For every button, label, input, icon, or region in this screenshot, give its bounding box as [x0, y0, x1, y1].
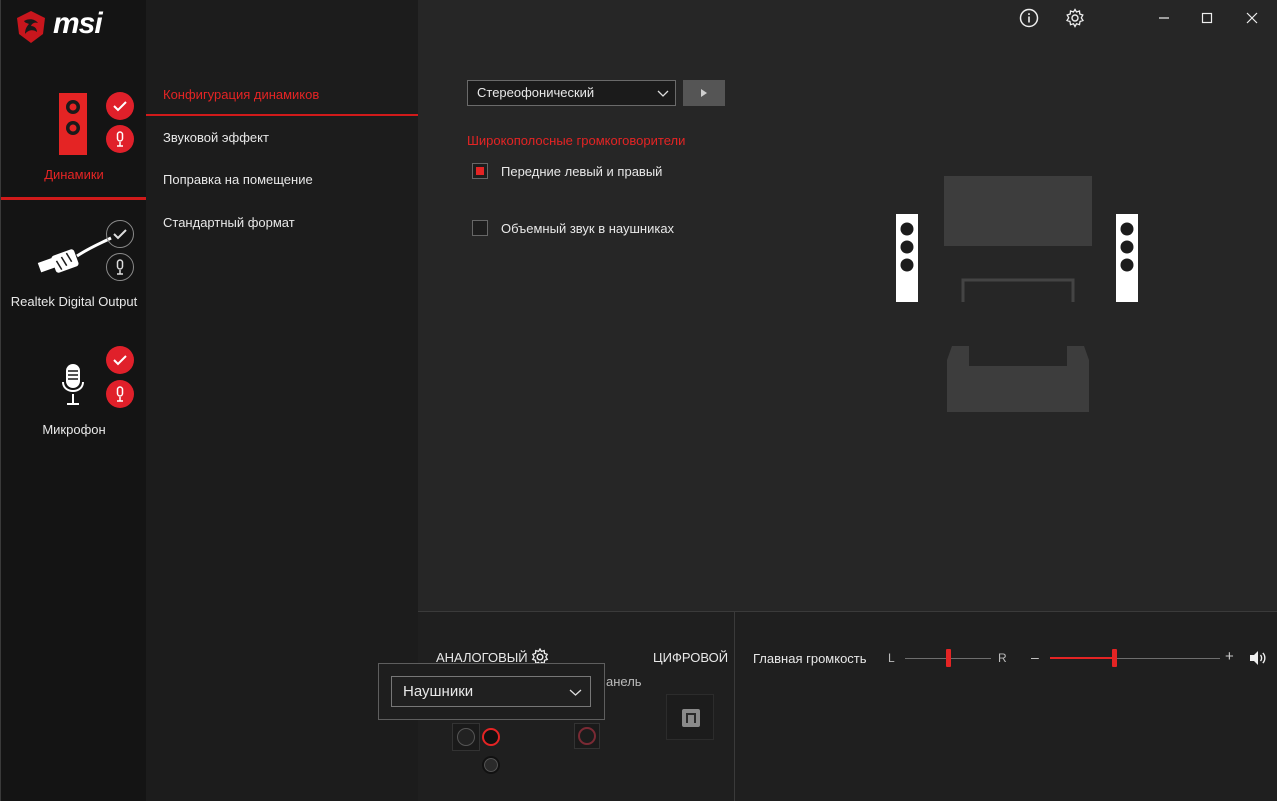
- play-test-button[interactable]: [683, 80, 725, 106]
- speaker-room-illustration[interactable]: [888, 170, 1148, 420]
- settings-button[interactable]: [1062, 6, 1088, 30]
- device-label-microphone: Микрофон: [42, 422, 106, 437]
- default-comm-mic-icon[interactable]: [106, 380, 134, 408]
- balance-left-label: L: [888, 651, 895, 665]
- dragon-logo-icon: [17, 11, 45, 43]
- minimize-icon: [1159, 17, 1169, 19]
- default-device-check-icon[interactable]: [106, 346, 134, 374]
- device-label-digital-output: Realtek Digital Output: [10, 294, 138, 309]
- balance-right-label: R: [998, 651, 1007, 665]
- tv-screen-shape: [944, 176, 1092, 246]
- menu-item-label: Поправка на помещение: [163, 172, 313, 187]
- balance-slider-thumb[interactable]: [945, 649, 951, 667]
- volume-increase-button[interactable]: +: [1225, 648, 1234, 665]
- info-button[interactable]: [1016, 6, 1042, 30]
- headphone-surround-label: Объемный звук в наушниках: [501, 221, 675, 236]
- front-lr-checkbox[interactable]: [472, 163, 488, 179]
- table-shape: [961, 278, 1075, 302]
- menu-item-label: Конфигурация динамиков: [163, 87, 320, 102]
- device-digital-output[interactable]: Realtek Digital Output: [1, 202, 147, 332]
- volume-decrease-button[interactable]: –: [1031, 649, 1039, 665]
- menu-item-default-format[interactable]: Стандартный формат: [146, 202, 418, 244]
- sofa-shape: [947, 346, 1089, 412]
- menu-item-room-correction[interactable]: Поправка на помещение: [146, 159, 418, 201]
- device-label-speakers: Динамики: [44, 167, 104, 182]
- master-volume-thumb[interactable]: [1112, 649, 1118, 667]
- jack-type-popup: Наушники: [378, 663, 605, 720]
- maximize-icon: [1201, 12, 1213, 24]
- speaker-icon: [59, 93, 87, 155]
- main-panel: Стереофонический Широкополосные громкого…: [418, 0, 1277, 611]
- device-microphone[interactable]: Микрофон: [1, 332, 147, 452]
- default-device-check-icon[interactable]: [106, 220, 134, 248]
- brand-wordmark: msi: [53, 7, 103, 40]
- menu-item-label: Звуковой эффект: [163, 130, 269, 145]
- gear-icon: [1066, 8, 1084, 28]
- digital-cable-icon: [37, 236, 112, 273]
- minimize-button[interactable]: [1151, 6, 1177, 30]
- device-speakers[interactable]: Динамики: [1, 50, 147, 202]
- panel-partial-text: анель: [606, 674, 642, 689]
- default-device-check-icon[interactable]: [106, 92, 134, 120]
- fullrange-speakers-title: Широкополосные громкоговорители: [467, 133, 686, 148]
- microphone-icon: [62, 364, 84, 405]
- info-icon: [1019, 8, 1039, 28]
- menu-item-label: Стандартный формат: [163, 215, 295, 230]
- speaker-mode-select[interactable]: Стереофонический: [467, 80, 676, 106]
- jack-type-value: Наушники: [403, 683, 474, 700]
- optical-port[interactable]: [666, 694, 714, 740]
- menu-item-speaker-config[interactable]: Конфигурация динамиков: [146, 74, 418, 116]
- chevron-down-icon: [657, 90, 669, 97]
- master-volume-label: Главная громкость: [753, 651, 867, 666]
- menu-item-sound-effect[interactable]: Звуковой эффект: [146, 117, 418, 159]
- msi-logo: msi: [1, 0, 147, 50]
- close-icon: [1246, 12, 1258, 24]
- master-volume-fill: [1050, 657, 1115, 659]
- maximize-button[interactable]: [1194, 6, 1220, 30]
- digital-label: ЦИФРОВОЙ: [653, 650, 729, 665]
- volume-panel: Главная громкость L R – +: [734, 611, 1277, 801]
- jack-active-icon[interactable]: [482, 728, 500, 746]
- front-lr-label: Передние левый и правый: [501, 164, 663, 179]
- jack-empty-icon[interactable]: [457, 728, 475, 746]
- default-comm-mic-icon[interactable]: [106, 125, 134, 153]
- jack-front-icon[interactable]: [578, 727, 596, 745]
- jack-type-select[interactable]: Наушники: [391, 676, 591, 707]
- device-selected-indicator: [1, 197, 147, 200]
- close-button[interactable]: [1239, 6, 1265, 30]
- chevron-down-icon: [569, 689, 582, 696]
- default-comm-mic-icon[interactable]: [106, 253, 134, 281]
- jack-line-icon[interactable]: [482, 756, 500, 774]
- play-icon: [701, 89, 707, 97]
- headphone-surround-checkbox[interactable]: [472, 220, 488, 236]
- optical-port-icon: [682, 709, 700, 727]
- speaker-volume-icon[interactable]: [1249, 650, 1267, 666]
- device-sidebar: msi Динамики Realtek Digital Output Микр…: [0, 0, 147, 801]
- speaker-mode-value: Стереофонический: [477, 85, 595, 100]
- menu-active-underline: [146, 114, 418, 116]
